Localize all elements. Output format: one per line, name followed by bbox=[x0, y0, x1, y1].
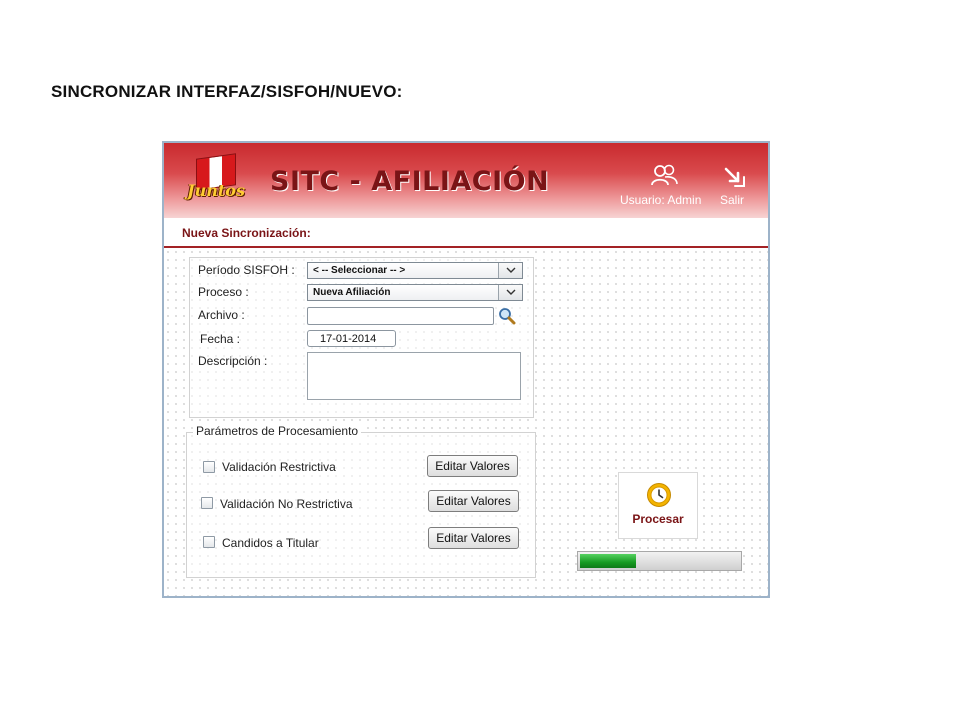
fecha-input[interactable]: 17-01-2014 bbox=[307, 330, 396, 347]
procesar-button[interactable]: Procesar bbox=[618, 472, 698, 539]
proceso-select[interactable]: Nueva Afiliación bbox=[307, 284, 523, 301]
sync-form-panel: Período SISFOH : < -- Seleccionar -- > P… bbox=[189, 257, 534, 418]
descripcion-textarea[interactable] bbox=[307, 352, 521, 400]
params-legend: Parámetros de Procesamiento bbox=[193, 424, 362, 438]
archivo-input[interactable] bbox=[307, 307, 494, 325]
checkbox-validacion-restrictiva[interactable] bbox=[203, 461, 215, 473]
logout-label: Salir bbox=[720, 193, 745, 207]
chevron-down-icon[interactable] bbox=[498, 263, 522, 278]
edit-values-button-1[interactable]: Editar Valores bbox=[427, 455, 518, 477]
checkbox-candidos-titular[interactable] bbox=[203, 536, 215, 548]
candidos-titular-label: Candidos a Titular bbox=[222, 536, 319, 550]
progress-bar bbox=[577, 551, 742, 571]
validacion-no-restrictiva-label: Validación No Restrictiva bbox=[220, 497, 353, 511]
logo-text: Juntos bbox=[187, 181, 245, 200]
progress-track bbox=[580, 554, 739, 568]
exit-icon bbox=[724, 167, 745, 187]
app-title: SITC - AFILIACIÓN bbox=[270, 166, 550, 197]
users-icon bbox=[651, 164, 678, 186]
app-header: Juntos SITC - AFILIACIÓN Usuario: Admin … bbox=[164, 143, 768, 218]
periodo-select-value: < -- Seleccionar -- > bbox=[313, 265, 406, 276]
archivo-label: Archivo : bbox=[198, 308, 245, 322]
periodo-select[interactable]: < -- Seleccionar -- > bbox=[307, 262, 523, 279]
periodo-label: Período SISFOH : bbox=[198, 263, 295, 277]
validacion-restrictiva-label: Validación Restrictiva bbox=[222, 460, 336, 474]
page-title: SINCRONIZAR INTERFAZ/SISFOH/NUEVO: bbox=[51, 82, 403, 101]
clock-icon bbox=[647, 483, 671, 507]
proceso-select-value: Nueva Afiliación bbox=[313, 287, 391, 298]
juntos-logo: Juntos bbox=[182, 153, 250, 210]
user-label: Usuario: Admin bbox=[620, 193, 702, 207]
fecha-label: Fecha : bbox=[200, 332, 241, 346]
progress-fill bbox=[580, 554, 636, 568]
proceso-label: Proceso : bbox=[198, 285, 249, 299]
chevron-down-icon[interactable] bbox=[498, 285, 522, 300]
content-area: Período SISFOH : < -- Seleccionar -- > P… bbox=[164, 248, 768, 596]
params-panel: Parámetros de Procesamiento Validación R… bbox=[186, 424, 536, 578]
search-icon[interactable] bbox=[498, 307, 516, 325]
app-window: Juntos SITC - AFILIACIÓN Usuario: Admin … bbox=[162, 141, 770, 598]
procesar-label: Procesar bbox=[632, 512, 684, 526]
edit-values-button-2[interactable]: Editar Valores bbox=[428, 490, 519, 512]
user-info: Usuario: Admin bbox=[620, 163, 710, 209]
section-title: Nueva Sincronización: bbox=[182, 226, 311, 240]
checkbox-validacion-no-restrictiva[interactable] bbox=[201, 497, 213, 509]
logout-button[interactable]: Salir bbox=[718, 165, 754, 209]
edit-values-button-3[interactable]: Editar Valores bbox=[428, 527, 519, 549]
descripcion-label: Descripción : bbox=[198, 354, 268, 368]
